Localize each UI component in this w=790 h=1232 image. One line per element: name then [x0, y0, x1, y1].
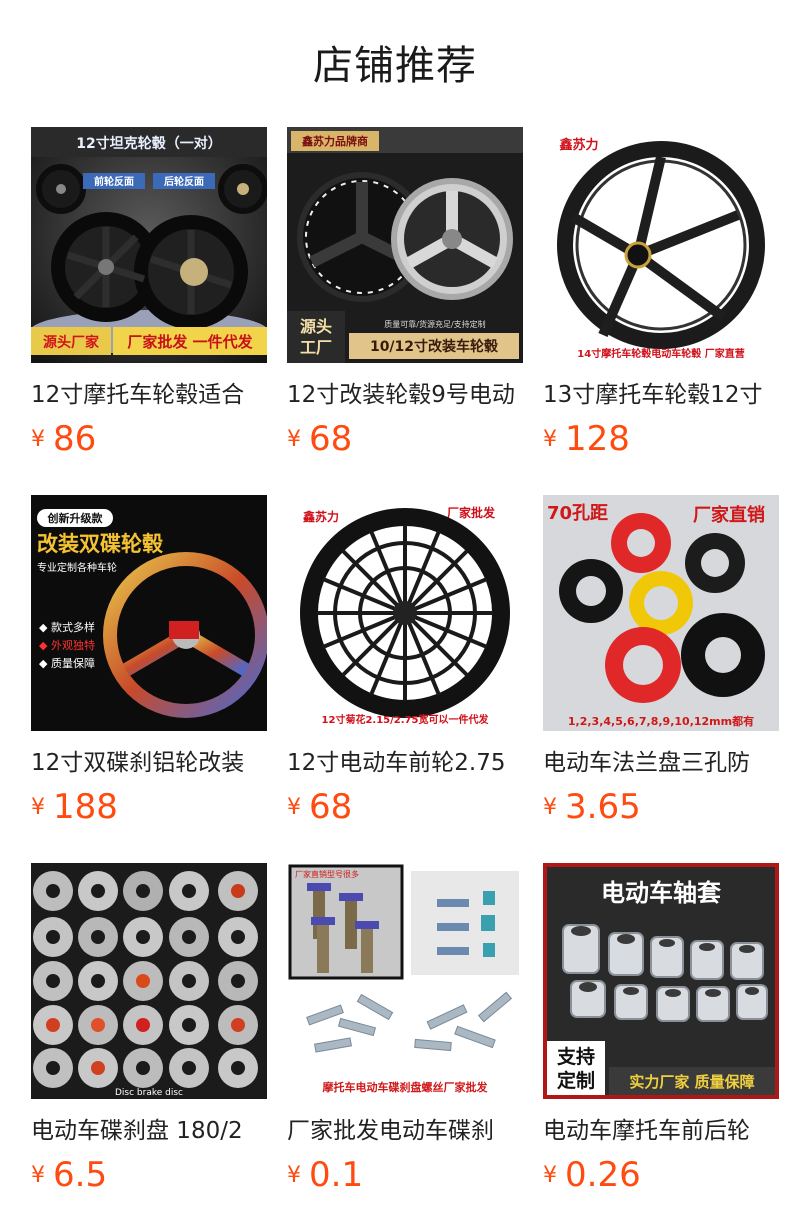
currency-symbol: ¥ — [31, 1163, 45, 1188]
product-price: ¥86 — [31, 417, 96, 461]
svg-text:◆ 质量保障: ◆ 质量保障 — [39, 656, 95, 670]
svg-text:源头: 源头 — [300, 317, 332, 336]
product-name[interactable]: 12寸改装轮毂9号电动 — [287, 377, 523, 413]
svg-text:鑫苏力: 鑫苏力 — [558, 137, 598, 153]
svg-text:支持: 支持 — [556, 1045, 595, 1068]
svg-text:实力厂家 质量保障: 实力厂家 质量保障 — [629, 1073, 754, 1091]
svg-text:质量可靠/货源充足/支持定制: 质量可靠/货源充足/支持定制 — [384, 319, 485, 329]
svg-text:后轮反面: 后轮反面 — [164, 175, 204, 188]
product-image[interactable]: Disc brake disc — [31, 863, 267, 1099]
product-name[interactable]: 电动车摩托车前后轮 — [543, 1113, 779, 1149]
product-card[interactable]: 70孔距 厂家直销 1,2,3,4,5,6,7,8,9,10,12mm都有 电动… — [543, 495, 779, 835]
svg-text:摩托车电动车碟刹盘螺丝厂家批发: 摩托车电动车碟刹盘螺丝厂家批发 — [323, 1080, 489, 1094]
product-name[interactable]: 厂家批发电动车碟刹 — [287, 1113, 523, 1149]
product-name[interactable]: 12寸双碟刹铝轮改装 — [31, 745, 267, 781]
svg-text:工厂: 工厂 — [300, 338, 332, 357]
price-value: 0.1 — [309, 1155, 364, 1195]
currency-symbol: ¥ — [543, 795, 557, 820]
product-price: ¥128 — [543, 417, 630, 461]
svg-text:源头厂家: 源头厂家 — [43, 334, 100, 351]
price-value: 86 — [53, 419, 97, 459]
svg-text:厂家直销: 厂家直销 — [693, 504, 765, 526]
svg-text:厂家直销型号很多: 厂家直销型号很多 — [295, 869, 359, 879]
product-name[interactable]: 电动车碟刹盘 180/2 — [31, 1113, 267, 1149]
svg-text:专业定制各种车轮: 专业定制各种车轮 — [37, 561, 117, 574]
product-name[interactable]: 13寸摩托车轮毂12寸 — [543, 377, 779, 413]
svg-text:定制: 定制 — [557, 1069, 595, 1092]
product-name[interactable]: 12寸电动车前轮2.75 — [287, 745, 523, 781]
svg-text:电动车轴套: 电动车轴套 — [601, 879, 722, 907]
svg-text:前轮反面: 前轮反面 — [94, 175, 134, 188]
product-card[interactable]: 厂家直销型号很多 摩托车电动车碟刹盘螺丝厂家批发 厂家批发电动车碟刹 ¥ 0.1 — [287, 863, 523, 1203]
svg-text:◆ 外观独特: ◆ 外观独特 — [39, 638, 95, 652]
product-card[interactable]: 鑫苏力品牌商 源头 工厂 质量可靠/货源充足/支持定制 10/12寸改装车轮毂 … — [287, 127, 523, 467]
product-price: ¥68 — [287, 417, 352, 461]
currency-symbol: ¥ — [543, 427, 557, 452]
price-value: 68 — [309, 787, 353, 827]
product-card[interactable]: 电动车轴套 支持 定制 实力厂家 质量保障 电动车摩托车前后轮 ¥ 0.26 — [543, 863, 779, 1203]
product-image[interactable]: 70孔距 厂家直销 1,2,3,4,5,6,7,8,9,10,12mm都有 — [543, 495, 779, 731]
price-value: 68 — [309, 419, 353, 459]
product-price: ¥0.26 — [543, 1153, 641, 1197]
product-image[interactable]: 厂家直销型号很多 摩托车电动车碟刹盘螺丝厂家批发 — [287, 863, 523, 1099]
price-value: 0.26 — [565, 1155, 641, 1195]
product-image[interactable]: 电动车轴套 支持 定制 实力厂家 质量保障 — [543, 863, 779, 1099]
product-card[interactable]: 鑫苏力 厂家批发 12寸菊花2.15/2.75宽可以一件代发 12寸电动车前轮2… — [287, 495, 523, 835]
currency-symbol: ¥ — [287, 1163, 301, 1188]
svg-text:鑫苏力: 鑫苏力 — [302, 509, 339, 524]
svg-text:鑫苏力品牌商: 鑫苏力品牌商 — [301, 134, 368, 148]
svg-text:改装双碟轮毂: 改装双碟轮毂 — [37, 532, 163, 556]
svg-text:创新升级款: 创新升级款 — [47, 511, 104, 525]
price-value: 188 — [53, 787, 118, 827]
price-value: 3.65 — [565, 787, 641, 827]
product-image[interactable]: 鑫苏力 厂家批发 12寸菊花2.15/2.75宽可以一件代发 — [287, 495, 523, 731]
thumb-text: 12寸坦克轮毂（一对） — [76, 135, 221, 152]
product-price: ¥3.65 — [543, 785, 641, 829]
svg-text:厂家批发: 厂家批发 — [447, 505, 496, 520]
product-image[interactable]: 创新升级款 改装双碟轮毂 专业定制各种车轮 ◆ 款式多样 ◆ 外观独特 ◆ 质量… — [31, 495, 267, 731]
product-image[interactable]: 鑫苏力品牌商 源头 工厂 质量可靠/货源充足/支持定制 10/12寸改装车轮毂 — [287, 127, 523, 363]
currency-symbol: ¥ — [31, 427, 45, 452]
product-name[interactable]: 12寸摩托车轮毂适合 — [31, 377, 267, 413]
product-price: ¥188 — [31, 785, 118, 829]
product-price: ¥68 — [287, 785, 352, 829]
price-value: 128 — [565, 419, 630, 459]
product-card[interactable]: 12寸坦克轮毂（一对） 前轮反面 后轮反面 源头厂家 厂家批发 一件代发 12寸… — [31, 127, 267, 467]
product-card[interactable]: 创新升级款 改装双碟轮毂 专业定制各种车轮 ◆ 款式多样 ◆ 外观独特 ◆ 质量… — [31, 495, 267, 835]
svg-text:70孔距: 70孔距 — [547, 503, 608, 524]
product-price: ¥6.5 — [31, 1153, 107, 1197]
currency-symbol: ¥ — [287, 795, 301, 820]
svg-text:1,2,3,4,5,6,7,8,9,10,12mm都有: 1,2,3,4,5,6,7,8,9,10,12mm都有 — [568, 714, 754, 728]
currency-symbol: ¥ — [31, 795, 45, 820]
price-value: 6.5 — [53, 1155, 108, 1195]
svg-text:10/12寸改装车轮毂: 10/12寸改装车轮毂 — [370, 338, 499, 355]
svg-text:Disc brake disc: Disc brake disc — [115, 1088, 183, 1098]
product-card[interactable]: Disc brake disc 电动车碟刹盘 180/2 ¥6.5 — [31, 863, 267, 1203]
product-image[interactable]: 鑫苏力 14寸摩托车轮毂电动车轮毂 厂家直营 — [543, 127, 779, 363]
currency-symbol: ¥ — [287, 427, 301, 452]
currency-symbol: ¥ — [543, 1163, 557, 1188]
svg-text:14寸摩托车轮毂电动车轮毂 厂家直营: 14寸摩托车轮毂电动车轮毂 厂家直营 — [577, 347, 744, 360]
product-card[interactable]: 鑫苏力 14寸摩托车轮毂电动车轮毂 厂家直营 13寸摩托车轮毂12寸 ¥128 — [543, 127, 779, 467]
svg-text:12寸菊花2.15/2.75宽可以一件代发: 12寸菊花2.15/2.75宽可以一件代发 — [322, 713, 490, 726]
svg-text:厂家批发 一件代发: 厂家批发 一件代发 — [127, 333, 253, 351]
page-title: 店铺推荐 — [313, 43, 477, 89]
product-image[interactable]: 12寸坦克轮毂（一对） 前轮反面 后轮反面 源头厂家 厂家批发 一件代发 — [31, 127, 267, 363]
product-name[interactable]: 电动车法兰盘三孔防 — [543, 745, 779, 781]
product-price: ¥0.1 — [287, 1153, 363, 1197]
svg-text:◆ 款式多样: ◆ 款式多样 — [39, 620, 95, 634]
